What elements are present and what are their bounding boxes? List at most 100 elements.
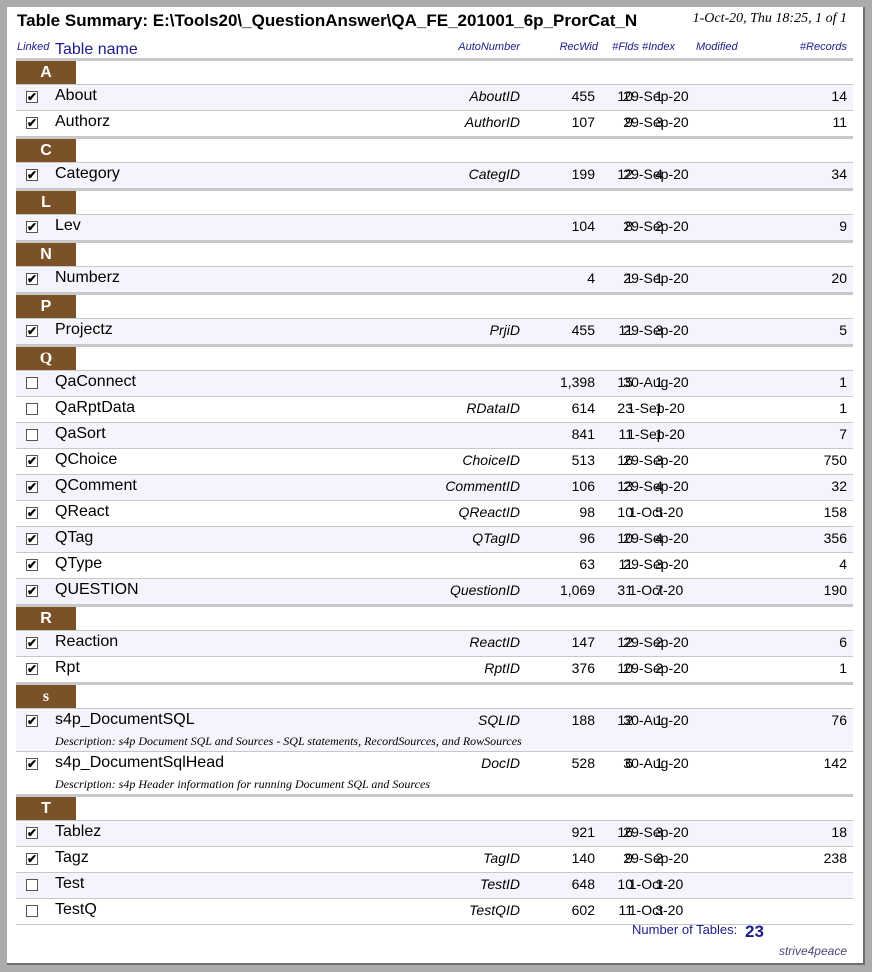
table-name: QaSort — [55, 425, 106, 442]
modified-date: 29-Sep-20 — [623, 88, 689, 104]
linked-checkbox[interactable]: ✔ — [26, 169, 38, 181]
modified-date: 30-Aug-20 — [623, 712, 689, 728]
group-separator — [16, 58, 853, 61]
linked-checkbox[interactable]: ✔ — [26, 91, 38, 103]
autonumber-field: RDataID — [466, 400, 520, 416]
modified-date: 29-Sep-20 — [623, 218, 689, 234]
record-width: 1,069 — [559, 582, 595, 598]
record-count: 32 — [831, 478, 847, 494]
modified-date: 30-Aug-20 — [623, 755, 689, 771]
record-count: 1 — [839, 660, 847, 676]
table-row: ✔ Tagz TagID 140 9 2 29-Sep-20 238 — [16, 846, 853, 872]
table-row: Test TestID 648 10 1 1-Oct-20 — [16, 872, 853, 898]
linked-checkbox[interactable]: ✔ — [26, 507, 38, 519]
table-row: ✔ Projectz PrjiD 455 11 3 29-Sep-20 5 — [16, 318, 853, 344]
table-name: Reaction — [55, 633, 119, 650]
linked-checkbox[interactable]: ✔ — [26, 117, 38, 129]
modified-date: 29-Sep-20 — [623, 556, 689, 572]
autonumber-field: TestID — [480, 876, 520, 892]
col-header-linked: Linked — [17, 41, 50, 53]
linked-checkbox[interactable]: ✔ — [26, 221, 38, 233]
linked-checkbox[interactable]: ✔ — [26, 481, 38, 493]
group-separator — [16, 136, 853, 139]
linked-checkbox[interactable]: ✔ — [26, 325, 38, 337]
table-description: Description: s4p Header information for … — [55, 777, 430, 791]
group-header: L — [16, 191, 76, 214]
linked-checkbox[interactable] — [26, 879, 38, 891]
linked-checkbox[interactable]: ✔ — [26, 758, 38, 770]
record-count: 7 — [839, 426, 847, 442]
table-row: ✔ QTag QTagID 96 10 4 29-Sep-20 356 — [16, 526, 853, 552]
col-header-records: #Records — [799, 41, 847, 53]
report-page: Table Summary: E:\Tools20\_QuestionAnswe… — [7, 7, 865, 965]
table-row: ✔ Numberz 4 1 1 29-Sep-20 20 — [16, 266, 853, 292]
autonumber-field: QuestionID — [449, 582, 520, 598]
table-description: Description: s4p Document SQL and Source… — [55, 734, 522, 748]
autonumber-field: RptID — [484, 660, 520, 676]
group-separator — [16, 604, 853, 607]
page-info: 1-Oct-20, Thu 18:25, 1 of 1 — [692, 11, 847, 26]
linked-checkbox[interactable]: ✔ — [26, 827, 38, 839]
record-count: 158 — [823, 504, 847, 520]
record-count: 4 — [839, 556, 847, 572]
table-row: ✔ Tablez 921 16 3 29-Sep-20 18 — [16, 820, 853, 846]
group-header: P — [16, 295, 76, 318]
table-row: ✔ QReact QReactID 98 10 5 1-Oct-20 158 — [16, 500, 853, 526]
linked-checkbox[interactable] — [26, 905, 38, 917]
modified-date: 29-Sep-20 — [623, 114, 689, 130]
linked-checkbox[interactable]: ✔ — [26, 273, 38, 285]
autonumber-field: QTagID — [472, 530, 520, 546]
linked-checkbox[interactable] — [26, 403, 38, 415]
linked-checkbox[interactable]: ✔ — [26, 715, 38, 727]
autonumber-field: AuthorID — [464, 114, 520, 130]
col-header-recwid: RecWid — [559, 41, 598, 53]
record-width: 147 — [571, 634, 595, 650]
table-name: TestQ — [55, 901, 97, 918]
table-name: QUESTION — [55, 581, 139, 598]
autonumber-field: ChoiceID — [462, 452, 520, 468]
modified-date: 1-Oct-20 — [628, 582, 684, 598]
group-header: T — [16, 797, 76, 820]
table-name: Category — [55, 165, 120, 182]
table-name: About — [55, 87, 97, 104]
group-header: A — [16, 61, 76, 84]
group-separator — [16, 794, 853, 797]
modified-date: 29-Sep-20 — [623, 850, 689, 866]
linked-checkbox[interactable]: ✔ — [26, 663, 38, 675]
footer-signature: strive4peace — [778, 944, 847, 958]
record-count: 20 — [831, 270, 847, 286]
table-row: ✔ QChoice ChoiceID 513 16 3 29-Sep-20 750 — [16, 448, 853, 474]
table-row: ✔ QUESTION QuestionID 1,069 31 7 1-Oct-20 190 — [16, 578, 853, 604]
linked-checkbox[interactable]: ✔ — [26, 585, 38, 597]
autonumber-field: AboutID — [469, 88, 520, 104]
table-count-value: 23 — [745, 922, 764, 941]
record-width: 455 — [571, 88, 595, 104]
modified-date: 1-Sep-20 — [627, 426, 685, 442]
linked-checkbox[interactable]: ✔ — [26, 637, 38, 649]
record-width: 107 — [571, 114, 595, 130]
linked-checkbox[interactable]: ✔ — [26, 853, 38, 865]
group-separator — [16, 188, 853, 191]
table-name: QaRptData — [55, 399, 136, 416]
table-row: QaConnect 1,398 15 1 30-Aug-20 1 — [16, 370, 853, 396]
table-row: ✔ QComment CommentID 106 13 4 29-Sep-20 32 — [16, 474, 853, 500]
table-row: ✔ QType 63 11 3 29-Sep-20 4 — [16, 552, 853, 578]
modified-date: 29-Sep-20 — [623, 322, 689, 338]
group-separator — [16, 240, 853, 243]
autonumber-field: TestQID — [469, 902, 520, 918]
group-separator — [16, 292, 853, 295]
modified-date: 29-Sep-20 — [623, 166, 689, 182]
modified-date: 29-Sep-20 — [623, 452, 689, 468]
linked-checkbox[interactable]: ✔ — [26, 533, 38, 545]
linked-checkbox[interactable] — [26, 429, 38, 441]
table-name: QType — [55, 555, 103, 572]
table-name: Projectz — [55, 321, 113, 338]
record-count: 356 — [823, 530, 847, 546]
autonumber-field: QReactID — [458, 504, 520, 520]
linked-checkbox[interactable]: ✔ — [26, 455, 38, 467]
modified-date: 29-Sep-20 — [623, 824, 689, 840]
record-width: 648 — [571, 876, 595, 892]
linked-checkbox[interactable]: ✔ — [26, 559, 38, 571]
linked-checkbox[interactable] — [26, 377, 38, 389]
record-width: 96 — [579, 530, 595, 546]
